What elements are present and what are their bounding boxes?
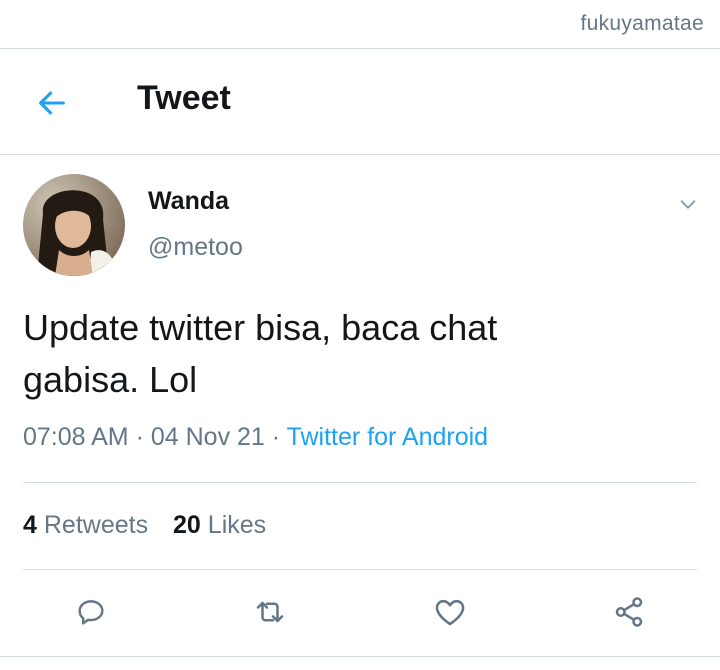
tweet-text: Update twitter bisa, baca chat gabisa. L… <box>23 307 498 400</box>
tweet-meta: 07:08 AM · 04 Nov 21 · Twitter for Andro… <box>23 423 488 452</box>
share-icon <box>615 597 643 627</box>
header-divider <box>0 154 720 155</box>
likes-label: Likes <box>207 511 267 539</box>
watermark: fukuyamatae <box>580 12 704 35</box>
back-button[interactable] <box>30 81 74 125</box>
retweet-icon <box>256 601 284 623</box>
tweet-menu-button[interactable] <box>674 190 702 218</box>
stats-divider <box>23 569 697 570</box>
chevron-down-icon <box>680 200 696 209</box>
reply-button[interactable] <box>69 590 113 634</box>
retweet-button[interactable] <box>248 590 292 634</box>
header: Tweet <box>0 49 720 154</box>
retweets-label: Retweets <box>43 511 149 539</box>
meta-separator: · <box>264 423 287 451</box>
reply-icon <box>78 600 104 625</box>
page-title: Tweet <box>137 79 231 117</box>
likes-stat[interactable]: 20 Likes <box>173 511 266 539</box>
tweet-source-link[interactable]: Twitter for Android <box>287 423 488 451</box>
share-button[interactable] <box>607 590 651 634</box>
retweets-count: 4 <box>23 511 37 539</box>
bottom-divider <box>0 656 720 657</box>
author-name[interactable]: Wanda <box>148 187 229 216</box>
retweets-stat[interactable]: 4 Retweets <box>23 511 148 539</box>
tweet-date: 04 Nov 21 <box>150 423 265 451</box>
avatar[interactable] <box>23 174 125 276</box>
meta-separator: · <box>128 423 151 451</box>
arrow-left-icon <box>39 91 65 115</box>
action-bar <box>0 590 720 634</box>
meta-divider <box>23 482 697 483</box>
like-button[interactable] <box>428 590 472 634</box>
author-handle[interactable]: @metoo <box>148 233 243 262</box>
tweet-time: 07:08 AM <box>23 423 129 451</box>
like-icon <box>435 599 465 626</box>
tweet-stats: 4 Retweets 20 Likes <box>23 511 284 540</box>
likes-count: 20 <box>173 511 201 539</box>
